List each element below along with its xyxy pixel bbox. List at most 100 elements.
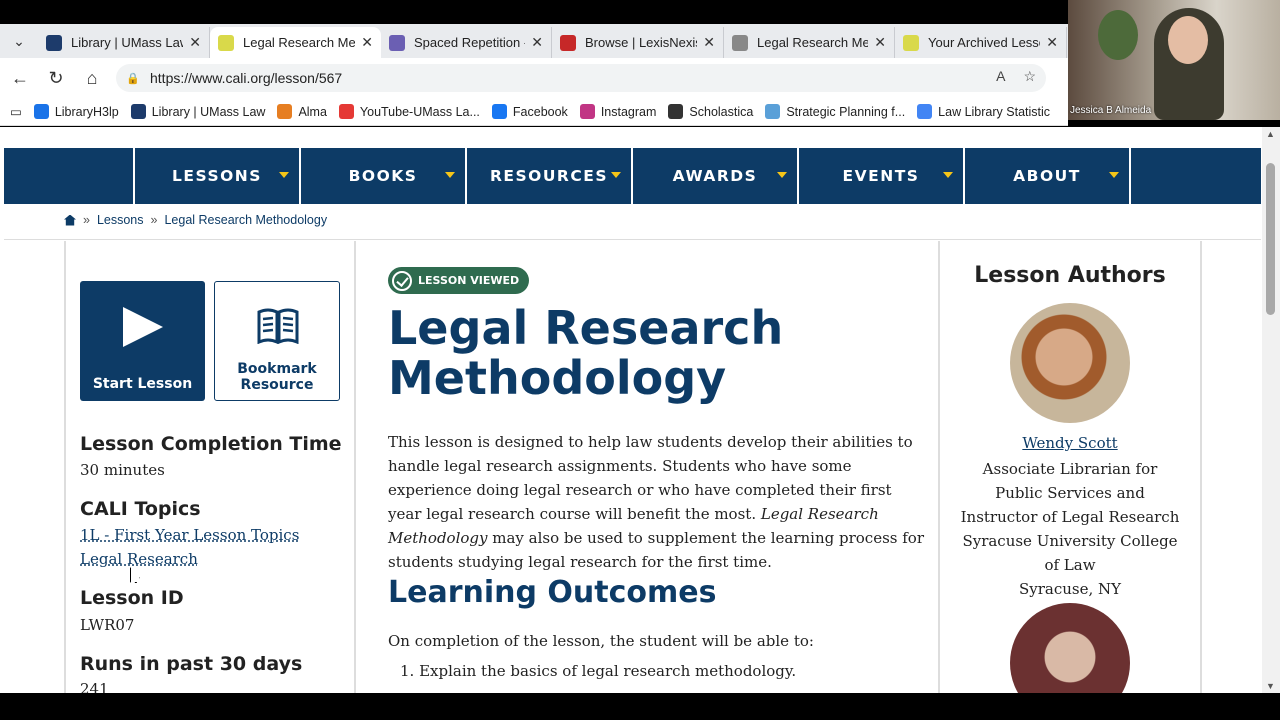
- tab-favicon-icon: [903, 34, 919, 51]
- url-field[interactable]: 🔒 https://www.cali.org/lesson/567 A ☆: [116, 64, 1046, 92]
- divider: [4, 239, 1261, 240]
- bookmark-item[interactable]: Alma: [277, 104, 327, 119]
- check-circle-icon: [392, 270, 412, 291]
- reading-list-icon[interactable]: ▭: [10, 104, 22, 119]
- bookmark-item[interactable]: Library | UMass Law: [130, 104, 265, 119]
- site-main-nav: LESSONS BOOKS RESOURCES AWARDS EVENTS AB…: [4, 148, 1261, 204]
- tab-title: Browse | LexisNexis: [585, 35, 698, 50]
- runs-value: 241: [80, 680, 109, 693]
- caret-down-icon: [445, 172, 455, 178]
- tab-title: Spaced Repetition -: [414, 35, 526, 50]
- caret-down-icon: [943, 172, 953, 178]
- scroll-up-icon[interactable]: ▲: [1266, 129, 1275, 139]
- caret-down-icon: [279, 172, 289, 178]
- author-name-link[interactable]: Wendy Scott: [940, 434, 1200, 452]
- bookmark-item[interactable]: Law Library Statistic: [917, 104, 1050, 119]
- home-icon[interactable]: ⌂: [80, 66, 104, 90]
- bookmark-favicon-icon: [579, 104, 595, 119]
- bookmark-label: YouTube-UMass La...: [359, 104, 480, 119]
- bookmark-resource-button[interactable]: Bookmark Resource: [214, 281, 340, 401]
- bookmark-label: LibraryH3lp: [54, 104, 119, 119]
- tab-favicon-icon: [732, 34, 748, 51]
- address-bar-row: ← ↻ ⌂ 🔒 https://www.cali.org/lesson/567 …: [0, 58, 1068, 98]
- tab-list-chevron-icon[interactable]: ⌄: [6, 30, 32, 52]
- close-tab-icon[interactable]: ✕: [361, 34, 373, 51]
- close-tab-icon[interactable]: ✕: [703, 34, 715, 51]
- nav-resources-label: RESOURCES: [489, 167, 608, 185]
- breadcrumb: » Lessons » Legal Research Methodology: [64, 213, 327, 227]
- browser-tab[interactable]: Library | UMass Law ✕: [38, 27, 210, 58]
- book-icon: [257, 308, 299, 344]
- read-aloud-icon[interactable]: A: [996, 68, 1005, 85]
- author-info-line: Syracuse University College: [962, 532, 1178, 550]
- nav-about[interactable]: ABOUT: [965, 148, 1131, 204]
- browser-tab[interactable]: Your Archived Lesso ✕: [895, 27, 1067, 58]
- scroll-down-icon[interactable]: ▼: [1266, 681, 1275, 691]
- page-title-line1: Legal Research: [388, 301, 784, 355]
- caret-down-icon: [777, 172, 787, 178]
- nav-lessons[interactable]: LESSONS: [135, 148, 301, 204]
- back-arrow-icon[interactable]: ←: [8, 66, 32, 90]
- plant-background: [1098, 10, 1138, 60]
- bookmark-favicon-icon: [491, 104, 507, 119]
- bookmark-favicon-icon: [33, 104, 49, 119]
- nav-books[interactable]: BOOKS: [301, 148, 467, 204]
- completion-time-value: 30 minutes: [80, 461, 165, 479]
- breadcrumb-lessons-link[interactable]: Lessons: [97, 213, 144, 227]
- bookmark-label: Instagram: [600, 104, 657, 119]
- author-info-line: Syracuse, NY: [1018, 580, 1122, 598]
- home-icon[interactable]: [64, 214, 76, 226]
- author-info-line: Instructor of Legal Research: [960, 508, 1180, 526]
- bookmark-item[interactable]: Scholastica: [668, 104, 753, 119]
- tab-title: Legal Research Meth: [243, 35, 356, 50]
- bookmark-label: Strategic Planning f...: [786, 104, 906, 119]
- lesson-id-value: LWR07: [80, 616, 135, 634]
- bookmark-item[interactable]: YouTube-UMass La...: [338, 104, 480, 119]
- lock-icon[interactable]: 🔒: [126, 72, 140, 85]
- bookmark-item[interactable]: Facebook: [491, 104, 568, 119]
- start-lesson-button[interactable]: Start Lesson: [80, 281, 205, 401]
- nav-awards-label: AWARDS: [672, 167, 758, 185]
- browser-tab[interactable]: Browse | LexisNexis ✕: [552, 27, 724, 58]
- close-tab-icon[interactable]: ✕: [189, 34, 201, 51]
- tab-favicon-icon: [46, 34, 62, 51]
- close-tab-icon[interactable]: ✕: [1046, 34, 1058, 51]
- page-scrollbar[interactable]: ▲ ▼: [1262, 127, 1280, 693]
- bookmark-item[interactable]: Instagram: [579, 104, 657, 119]
- bookmark-favicon-icon: [338, 104, 354, 119]
- nav-awards[interactable]: AWARDS: [633, 148, 799, 204]
- scroll-thumb[interactable]: [1266, 163, 1275, 315]
- browser-tab[interactable]: Legal Research Meth ✕: [724, 27, 895, 58]
- close-tab-icon[interactable]: ✕: [531, 34, 543, 51]
- nav-events[interactable]: EVENTS: [799, 148, 965, 204]
- bookmark-item[interactable]: Strategic Planning f...: [765, 104, 905, 119]
- browser-tab[interactable]: Spaced Repetition - ✕: [381, 27, 552, 58]
- url-text: https://www.cali.org/lesson/567: [150, 70, 343, 86]
- bookmark-label: Alma: [298, 104, 327, 119]
- author-details: Associate Librarian for Public Services …: [950, 457, 1190, 601]
- breadcrumb-current[interactable]: Legal Research Methodology: [164, 213, 327, 227]
- bookmark-label: Law Library Statistic: [938, 104, 1051, 119]
- nav-lessons-label: LESSONS: [172, 167, 262, 185]
- author-info-line: Associate Librarian for: [982, 460, 1158, 478]
- bookmark-label-1: Bookmark: [237, 361, 317, 377]
- reload-icon[interactable]: ↻: [44, 66, 68, 90]
- close-tab-icon[interactable]: ✕: [874, 34, 886, 51]
- tab-title: Library | UMass Law: [71, 35, 184, 50]
- web-page: LESSONS BOOKS RESOURCES AWARDS EVENTS AB…: [0, 127, 1280, 693]
- topic-link-1l[interactable]: 1L - First Year Lesson Topics: [80, 526, 299, 544]
- browser-tab[interactable]: Legal Research Meth ✕: [210, 27, 381, 58]
- runs-heading: Runs in past 30 days: [80, 653, 303, 675]
- topic-link-legal-research[interactable]: Legal Research: [80, 550, 198, 568]
- nav-resources[interactable]: RESOURCES: [467, 148, 633, 204]
- learning-outcomes-heading: Learning Outcomes: [388, 575, 717, 610]
- bookmark-favicon-icon: [277, 104, 293, 119]
- bookmark-favicon-icon: [668, 104, 684, 119]
- favorite-star-icon[interactable]: ☆: [1023, 68, 1036, 85]
- bookmark-item[interactable]: LibraryH3lp: [33, 104, 119, 119]
- tab-favicon-icon: [218, 34, 234, 51]
- author-avatar: [1010, 303, 1130, 423]
- nav-logo-area[interactable]: [4, 148, 135, 204]
- lesson-viewed-badge: LESSON VIEWED: [388, 267, 530, 294]
- breadcrumb-separator: »: [83, 213, 90, 227]
